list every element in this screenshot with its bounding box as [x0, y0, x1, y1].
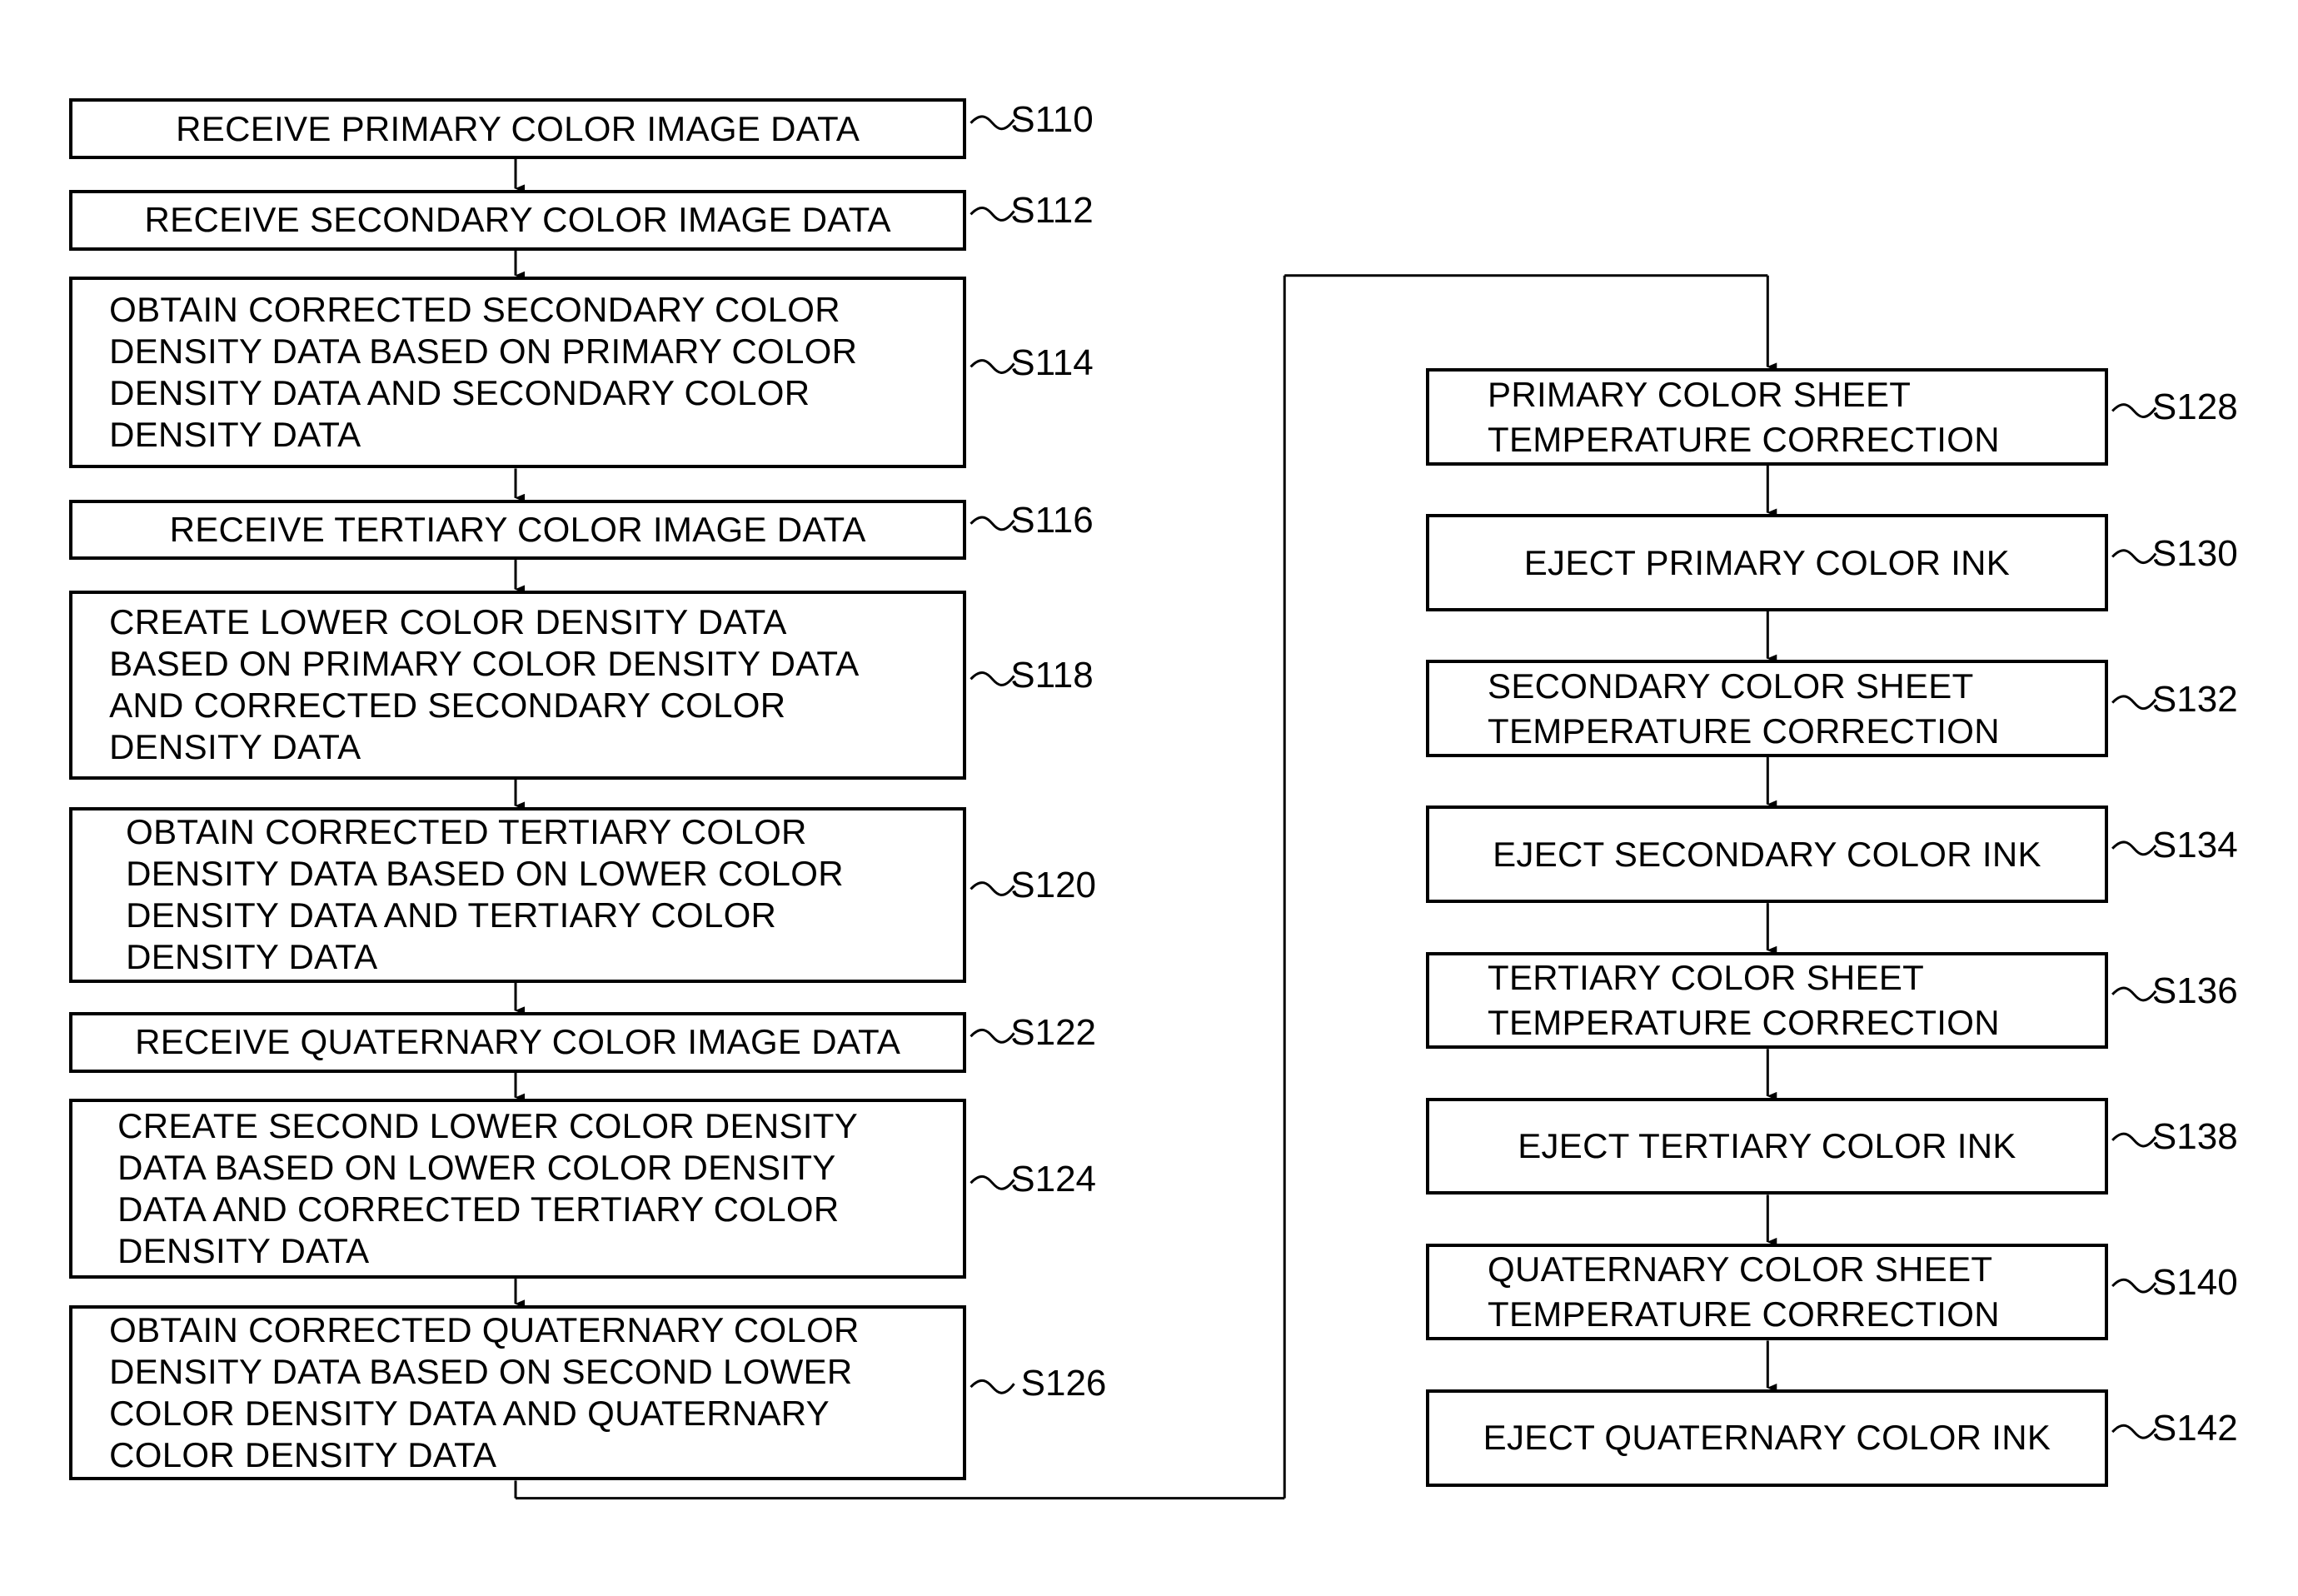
step-text: EJECT TERTIARY COLOR INK [1518, 1125, 2016, 1165]
leader-squiggle-icon [970, 1028, 1015, 1044]
step-box-s114: OBTAIN CORRECTED SECONDARY COLOR DENSITY… [69, 277, 967, 469]
step-text: EJECT PRIMARY COLOR INK [1523, 542, 2011, 582]
leader-squiggle-icon [2111, 1424, 2157, 1439]
step-text: RECEIVE PRIMARY COLOR IMAGE DATA [176, 108, 860, 148]
step-label-s118: S118 [1010, 655, 1094, 696]
step-text: EJECT SECONDARY COLOR INK [1493, 834, 2041, 874]
step-text: TERTIARY COLOR SHEET TEMPERATURE CORRECT… [1488, 957, 2000, 1042]
step-label-s134: S134 [2151, 824, 2238, 865]
step-text: OBTAIN CORRECTED TERTIARY COLOR DENSITY … [126, 812, 844, 977]
step-label-s120: S120 [1010, 865, 1097, 906]
leader-squiggle-icon [2111, 840, 2157, 856]
step-box-s120: OBTAIN CORRECTED TERTIARY COLOR DENSITY … [69, 807, 967, 983]
step-text: EJECT QUATERNARY COLOR INK [1483, 1418, 2051, 1458]
step-label-s122: S122 [1010, 1012, 1097, 1054]
leader-squiggle-icon [2111, 695, 2157, 711]
step-text: RECEIVE TERTIARY COLOR IMAGE DATA [169, 509, 866, 549]
step-label-s132: S132 [2151, 678, 2238, 720]
step-label-s130: S130 [2151, 532, 2238, 574]
step-label-s136: S136 [2151, 970, 2238, 1011]
leader-squiggle-icon [970, 671, 1015, 686]
step-text: QUATERNARY COLOR SHEET TEMPERATURE CORRE… [1488, 1249, 2000, 1334]
leader-squiggle-icon [970, 1379, 1015, 1394]
step-box-s116: RECEIVE TERTIARY COLOR IMAGE DATA [69, 499, 967, 561]
step-box-s126: OBTAIN CORRECTED QUATERNARY COLOR DENSIT… [69, 1304, 967, 1481]
step-box-s134: EJECT SECONDARY COLOR INK [1426, 805, 2108, 904]
step-box-s138: EJECT TERTIARY COLOR INK [1426, 1097, 2108, 1195]
step-box-s118: CREATE LOWER COLOR DENSITY DATA BASED ON… [69, 591, 967, 780]
leader-squiggle-icon [2111, 986, 2157, 1002]
step-box-s130: EJECT PRIMARY COLOR INK [1426, 514, 2108, 611]
step-label-s138: S138 [2151, 1115, 2238, 1157]
step-label-s110: S110 [1010, 98, 1094, 140]
leader-squiggle-icon [970, 207, 1015, 222]
step-box-s128: PRIMARY COLOR SHEET TEMPERATURE CORRECTI… [1426, 368, 2108, 466]
step-box-s110: RECEIVE PRIMARY COLOR IMAGE DATA [69, 98, 967, 159]
step-box-s122: RECEIVE QUATERNARY COLOR IMAGE DATA [69, 1012, 967, 1073]
leader-squiggle-icon [2111, 1132, 2157, 1148]
step-box-s140: QUATERNARY COLOR SHEET TEMPERATURE CORRE… [1426, 1243, 2108, 1341]
step-box-s132: SECONDARY COLOR SHEET TEMPERATURE CORREC… [1426, 660, 2108, 758]
step-text: RECEIVE SECONDARY COLOR IMAGE DATA [144, 200, 891, 240]
leader-squiggle-icon [970, 881, 1015, 896]
leader-squiggle-icon [970, 359, 1015, 374]
step-box-s124: CREATE SECOND LOWER COLOR DENSITY DATA B… [69, 1099, 967, 1279]
step-text: PRIMARY COLOR SHEET TEMPERATURE CORRECTI… [1488, 374, 2000, 459]
step-text: RECEIVE QUATERNARY COLOR IMAGE DATA [135, 1022, 901, 1062]
step-label-s116: S116 [1010, 499, 1094, 541]
step-text: CREATE LOWER COLOR DENSITY DATA BASED ON… [109, 602, 860, 767]
step-box-s142: EJECT QUATERNARY COLOR INK [1426, 1389, 2108, 1487]
leader-squiggle-icon [2111, 403, 2157, 418]
step-label-s126: S126 [1020, 1363, 1107, 1404]
step-label-s142: S142 [2151, 1408, 2238, 1449]
step-text: OBTAIN CORRECTED SECONDARY COLOR DENSITY… [109, 290, 858, 455]
step-label-s114: S114 [1010, 342, 1094, 384]
step-text: OBTAIN CORRECTED QUATERNARY COLOR DENSIT… [109, 1310, 860, 1475]
step-box-s136: TERTIARY COLOR SHEET TEMPERATURE CORRECT… [1426, 951, 2108, 1050]
leader-squiggle-icon [970, 1175, 1015, 1190]
leader-squiggle-icon [2111, 1278, 2157, 1294]
step-text: SECONDARY COLOR SHEET TEMPERATURE CORREC… [1488, 666, 2000, 751]
step-label-s112: S112 [1010, 190, 1094, 232]
step-box-s112: RECEIVE SECONDARY COLOR IMAGE DATA [69, 190, 967, 251]
step-label-s124: S124 [1010, 1159, 1097, 1200]
leader-squiggle-icon [2111, 549, 2157, 565]
step-text: CREATE SECOND LOWER COLOR DENSITY DATA B… [117, 1106, 859, 1271]
step-label-s140: S140 [2151, 1261, 2238, 1303]
leader-squiggle-icon [970, 516, 1015, 531]
leader-squiggle-icon [970, 115, 1015, 131]
step-label-s128: S128 [2151, 387, 2238, 428]
